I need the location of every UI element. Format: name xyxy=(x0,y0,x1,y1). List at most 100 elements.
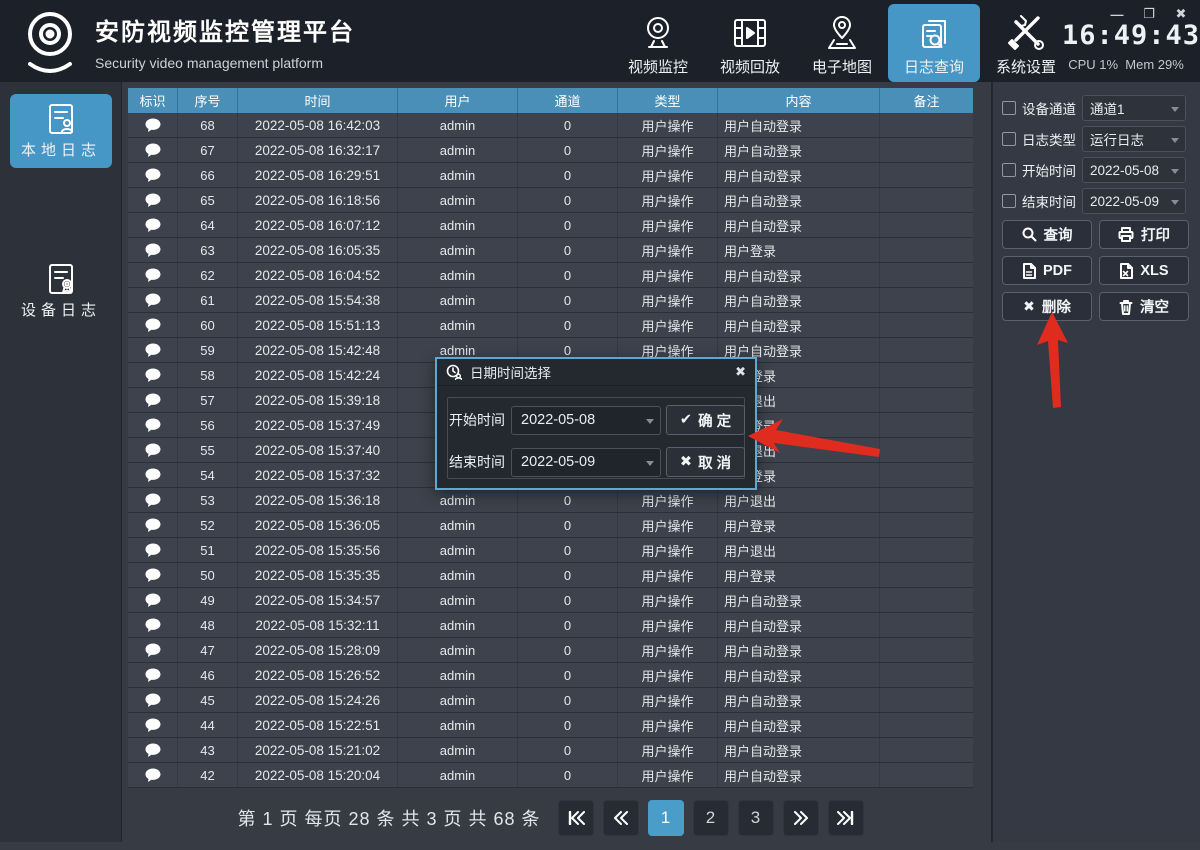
nav-video-monitor[interactable]: 视频监控 xyxy=(612,4,704,82)
column-header[interactable]: 时间 xyxy=(238,88,398,113)
cell-remark xyxy=(880,213,973,237)
confirm-button[interactable]: ✔确 定 xyxy=(666,405,745,435)
next-page-button[interactable] xyxy=(783,800,819,836)
cell-content: 用户登录 xyxy=(718,238,880,262)
table-row[interactable]: 622022-05-08 16:04:52admin0用户操作用户自动登录 xyxy=(128,263,973,288)
last-page-button[interactable] xyxy=(828,800,864,836)
table-row[interactable]: 672022-05-08 16:32:17admin0用户操作用户自动登录 xyxy=(128,138,973,163)
nav-log-query[interactable]: 日志查询 xyxy=(888,4,980,82)
nav-video-playback[interactable]: 视频回放 xyxy=(704,4,796,82)
message-bubble-icon xyxy=(145,768,161,783)
start-time-checkbox[interactable] xyxy=(1002,163,1016,177)
table-row[interactable]: 482022-05-08 15:32:11admin0用户操作用户自动登录 xyxy=(128,613,973,638)
cell-time: 2022-05-08 15:21:02 xyxy=(238,738,398,762)
table-row[interactable]: 662022-05-08 16:29:51admin0用户操作用户自动登录 xyxy=(128,163,973,188)
table-row[interactable]: 512022-05-08 15:35:56admin0用户操作用户退出 xyxy=(128,538,973,563)
minimize-button[interactable]: — xyxy=(1106,6,1128,22)
cell-seq: 65 xyxy=(178,188,238,212)
start-time-select[interactable]: 2022-05-08 xyxy=(1082,157,1186,183)
cell-content: 用户自动登录 xyxy=(718,213,880,237)
cell-remark xyxy=(880,113,973,137)
table-row[interactable]: 652022-05-08 16:18:56admin0用户操作用户自动登录 xyxy=(128,188,973,213)
log-type-select[interactable]: 运行日志 xyxy=(1082,126,1186,152)
sidebar-item-label: 本地日志 xyxy=(21,139,101,160)
column-header[interactable]: 用户 xyxy=(398,88,518,113)
table-row[interactable]: 522022-05-08 15:36:05admin0用户操作用户登录 xyxy=(128,513,973,538)
end-time-select[interactable]: 2022-05-09 xyxy=(1082,188,1186,214)
table-row[interactable]: 462022-05-08 15:26:52admin0用户操作用户自动登录 xyxy=(128,663,973,688)
dialog-titlebar[interactable]: 日期时间选择 ✖ xyxy=(437,359,755,386)
column-header[interactable]: 备注 xyxy=(880,88,973,113)
table-row[interactable]: 612022-05-08 15:54:38admin0用户操作用户自动登录 xyxy=(128,288,973,313)
page-button-3[interactable]: 3 xyxy=(738,800,774,836)
device-channel-checkbox[interactable] xyxy=(1002,101,1016,115)
cell-content: 用户登录 xyxy=(718,513,880,537)
query-button[interactable]: 查询 xyxy=(1002,220,1092,249)
pagination-bar: 第 1 页 每页 28 条 共 3 页 共 68 条 1 2 3 xyxy=(128,794,973,842)
table-row[interactable]: 472022-05-08 15:28:09admin0用户操作用户自动登录 xyxy=(128,638,973,663)
table-row[interactable]: 632022-05-08 16:05:35admin0用户操作用户登录 xyxy=(128,238,973,263)
cell-type: 用户操作 xyxy=(618,288,718,312)
dialog-start-select[interactable]: 2022-05-08 xyxy=(511,406,661,435)
page-button-1[interactable]: 1 xyxy=(648,800,684,836)
nav-e-map[interactable]: 电子地图 xyxy=(796,4,888,82)
cell-user: admin xyxy=(398,513,518,537)
webcam-icon xyxy=(640,12,676,54)
nav-label: 电子地图 xyxy=(812,56,872,77)
maximize-button[interactable]: ❐ xyxy=(1138,6,1160,22)
next-page-icon xyxy=(793,811,809,825)
device-channel-select[interactable]: 通道1 xyxy=(1082,95,1186,121)
cell-content: 用户自动登录 xyxy=(718,763,880,787)
table-row[interactable]: 432022-05-08 15:21:02admin0用户操作用户自动登录 xyxy=(128,738,973,763)
dialog-end-select[interactable]: 2022-05-09 xyxy=(511,448,661,477)
column-header[interactable]: 内容 xyxy=(718,88,880,113)
nav-system-settings[interactable]: 系统设置 xyxy=(980,4,1072,82)
table-row[interactable]: 642022-05-08 16:07:12admin0用户操作用户自动登录 xyxy=(128,213,973,238)
column-header[interactable]: 类型 xyxy=(618,88,718,113)
table-row[interactable]: 502022-05-08 15:35:35admin0用户操作用户登录 xyxy=(128,563,973,588)
cell-user: admin xyxy=(398,163,518,187)
print-button[interactable]: 打印 xyxy=(1099,220,1189,249)
log-type-checkbox[interactable] xyxy=(1002,132,1016,146)
table-row[interactable]: 452022-05-08 15:24:26admin0用户操作用户自动登录 xyxy=(128,688,973,713)
cell-seq: 66 xyxy=(178,163,238,187)
cell-type: 用户操作 xyxy=(618,638,718,662)
pdf-button[interactable]: PDF xyxy=(1002,256,1092,285)
close-button[interactable]: ✖ xyxy=(1170,6,1192,22)
cell-channel: 0 xyxy=(518,713,618,737)
cell-user: admin xyxy=(398,613,518,637)
xls-button[interactable]: XLS xyxy=(1099,256,1189,285)
table-row[interactable]: 422022-05-08 15:20:04admin0用户操作用户自动登录 xyxy=(128,763,973,788)
cell-user: admin xyxy=(398,213,518,237)
cell-content: 用户自动登录 xyxy=(718,138,880,162)
cell-seq: 44 xyxy=(178,713,238,737)
nav-label: 日志查询 xyxy=(904,56,964,77)
table-row[interactable]: 682022-05-08 16:42:03admin0用户操作用户自动登录 xyxy=(128,113,973,138)
table-row[interactable]: 492022-05-08 15:34:57admin0用户操作用户自动登录 xyxy=(128,588,973,613)
cancel-button[interactable]: ✖取 消 xyxy=(666,447,745,477)
cell-user: admin xyxy=(398,188,518,212)
clear-button[interactable]: 清空 xyxy=(1099,292,1189,321)
cell-type: 用户操作 xyxy=(618,113,718,137)
cell-seq: 60 xyxy=(178,313,238,337)
sidebar-item-label: 设备日志 xyxy=(21,299,101,320)
chevron-down-icon xyxy=(1171,107,1179,112)
dialog-close-icon[interactable]: ✖ xyxy=(735,364,746,380)
delete-button[interactable]: ✖删除 xyxy=(1002,292,1092,321)
sidebar-item-local-logs[interactable]: 本地日志 xyxy=(10,94,112,168)
column-header[interactable]: 序号 xyxy=(178,88,238,113)
column-header[interactable]: 标识 xyxy=(128,88,178,113)
cell-remark xyxy=(880,238,973,262)
first-page-button[interactable] xyxy=(558,800,594,836)
cell-remark xyxy=(880,738,973,762)
page-button-2[interactable]: 2 xyxy=(693,800,729,836)
message-bubble-icon xyxy=(145,318,161,333)
search-icon xyxy=(1022,227,1037,242)
table-row[interactable]: 602022-05-08 15:51:13admin0用户操作用户自动登录 xyxy=(128,313,973,338)
end-time-checkbox[interactable] xyxy=(1002,194,1016,208)
sidebar-item-device-logs[interactable]: 设备日志 xyxy=(10,254,112,328)
prev-page-button[interactable] xyxy=(603,800,639,836)
table-row[interactable]: 442022-05-08 15:22:51admin0用户操作用户自动登录 xyxy=(128,713,973,738)
column-header[interactable]: 通道 xyxy=(518,88,618,113)
table-row[interactable]: 532022-05-08 15:36:18admin0用户操作用户退出 xyxy=(128,488,973,513)
